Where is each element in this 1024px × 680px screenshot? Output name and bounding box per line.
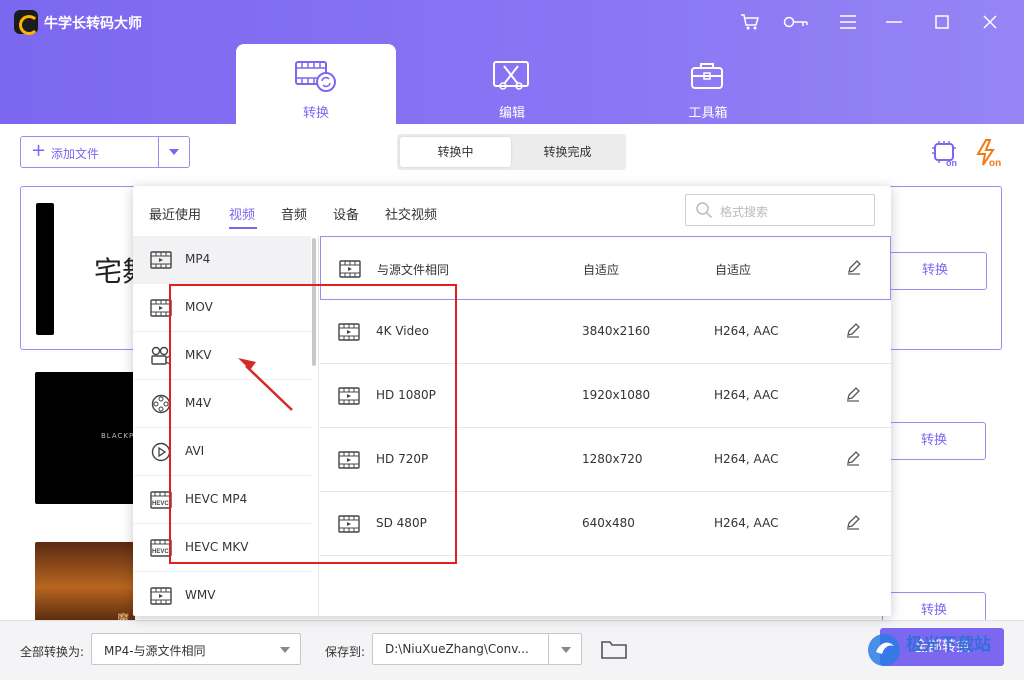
video-thumbnail: BLACKPINK <box>35 372 135 504</box>
format-item-mp4[interactable]: MP4 <box>133 236 311 284</box>
close-icon[interactable] <box>974 8 1006 36</box>
svg-text:HEVC: HEVC <box>152 501 169 507</box>
chevron-down-icon[interactable] <box>169 149 179 155</box>
cart-icon[interactable] <box>734 8 766 36</box>
pencil-icon[interactable] <box>845 450 861 470</box>
app-header: 牛学长转码大师 转换 编辑 工具箱 <box>0 0 1024 124</box>
chevron-down-icon <box>280 647 290 653</box>
video-thumbnail: 魔 <box>35 542 135 632</box>
preset-resolution: 3840x2160 <box>582 324 651 338</box>
format-item-label: MP4 <box>185 252 211 266</box>
tab-convert[interactable]: 转换 <box>236 44 396 124</box>
active-tab-underline <box>229 227 257 229</box>
category-video[interactable]: 视频 <box>229 204 255 223</box>
lightning-on-icon[interactable]: on <box>974 138 1004 169</box>
pencil-icon[interactable] <box>845 514 861 534</box>
tab-toolbox[interactable]: 工具箱 <box>628 44 788 124</box>
convert-film-icon <box>295 61 336 92</box>
annotation-arrow-icon <box>238 358 293 411</box>
preset-resolution: 1920x1080 <box>582 388 651 402</box>
chevron-down-icon <box>561 647 571 653</box>
key-icon[interactable] <box>780 8 812 36</box>
seg-converting[interactable]: 转换中 <box>400 137 511 167</box>
convert-button[interactable]: 转换 <box>882 422 986 460</box>
output-format-select[interactable]: MP4-与源文件相同 <box>91 633 301 665</box>
folder-icon[interactable] <box>601 639 627 663</box>
convert-all-to-label: 全部转换为: <box>20 645 85 659</box>
svg-text:on: on <box>989 158 1001 168</box>
save-to-label: 保存到: <box>325 645 366 659</box>
save-path-select[interactable]: D:\NiuXueZhang\Conv... <box>372 633 582 665</box>
tab-edit-label: 编辑 <box>498 106 525 121</box>
preset-codec: H264, AAC <box>714 516 779 530</box>
save-path-value: D:\NiuXueZhang\Conv... <box>385 642 529 656</box>
tab-toolbox-label: 工具箱 <box>688 106 728 121</box>
search-icon <box>696 202 713 219</box>
app-title: 牛学长转码大师 <box>44 16 142 32</box>
preset-resolution: 1280x720 <box>582 452 643 466</box>
format-item-label: WMV <box>185 588 216 602</box>
category-social-video[interactable]: 社交视频 <box>385 204 437 223</box>
svg-text:HEVC: HEVC <box>152 549 169 555</box>
toolbox-icon <box>691 63 723 89</box>
preset-codec: 自适应 <box>715 263 752 277</box>
svg-text:on: on <box>946 158 957 168</box>
divider <box>548 634 549 664</box>
pencil-icon[interactable] <box>845 386 861 406</box>
category-device[interactable]: 设备 <box>333 204 359 223</box>
seg-done[interactable]: 转换完成 <box>512 137 623 167</box>
hardware-accel-icon[interactable]: on <box>930 138 960 168</box>
search-placeholder: 格式搜索 <box>720 205 769 219</box>
preset-name: 与源文件相同 <box>377 263 450 277</box>
add-file-label: 添加文件 <box>51 147 100 161</box>
app-logo-icon <box>14 10 39 35</box>
annotation-highlight-box <box>169 284 457 564</box>
status-segmented-control: 转换中 转换完成 <box>397 134 626 170</box>
format-search-input[interactable]: 格式搜索 <box>685 194 875 226</box>
pencil-icon[interactable] <box>845 322 861 342</box>
preset-codec: H264, AAC <box>714 452 779 466</box>
preset-resolution: 自适应 <box>583 263 620 277</box>
preset-resolution: 640x480 <box>582 516 635 530</box>
edit-scissors-icon <box>493 61 529 90</box>
thumbnail-caption: BLACKPINK <box>101 432 135 440</box>
watermark-logo: 极光下载站 <box>862 626 1022 676</box>
divider <box>158 137 159 167</box>
preset-codec: H264, AAC <box>714 388 779 402</box>
menu-icon[interactable] <box>832 8 864 36</box>
category-recent[interactable]: 最近使用 <box>149 204 201 223</box>
convert-button[interactable]: 转换 <box>883 252 987 290</box>
preset-codec: H264, AAC <box>714 324 779 338</box>
video-thumbnail <box>36 203 54 335</box>
watermark-text: 极光下载站 <box>906 635 991 655</box>
maximize-icon[interactable] <box>926 8 958 36</box>
tab-convert-label: 转换 <box>302 106 329 121</box>
format-item-wmv[interactable]: WMV <box>133 572 311 616</box>
plus-icon: + <box>31 140 47 161</box>
output-format-value: MP4-与源文件相同 <box>104 644 206 658</box>
pencil-icon[interactable] <box>846 259 862 279</box>
tab-edit[interactable]: 编辑 <box>432 44 592 124</box>
minimize-icon[interactable] <box>878 8 910 36</box>
add-file-button[interactable]: + 添加文件 <box>20 136 190 168</box>
category-audio[interactable]: 音频 <box>281 204 307 223</box>
